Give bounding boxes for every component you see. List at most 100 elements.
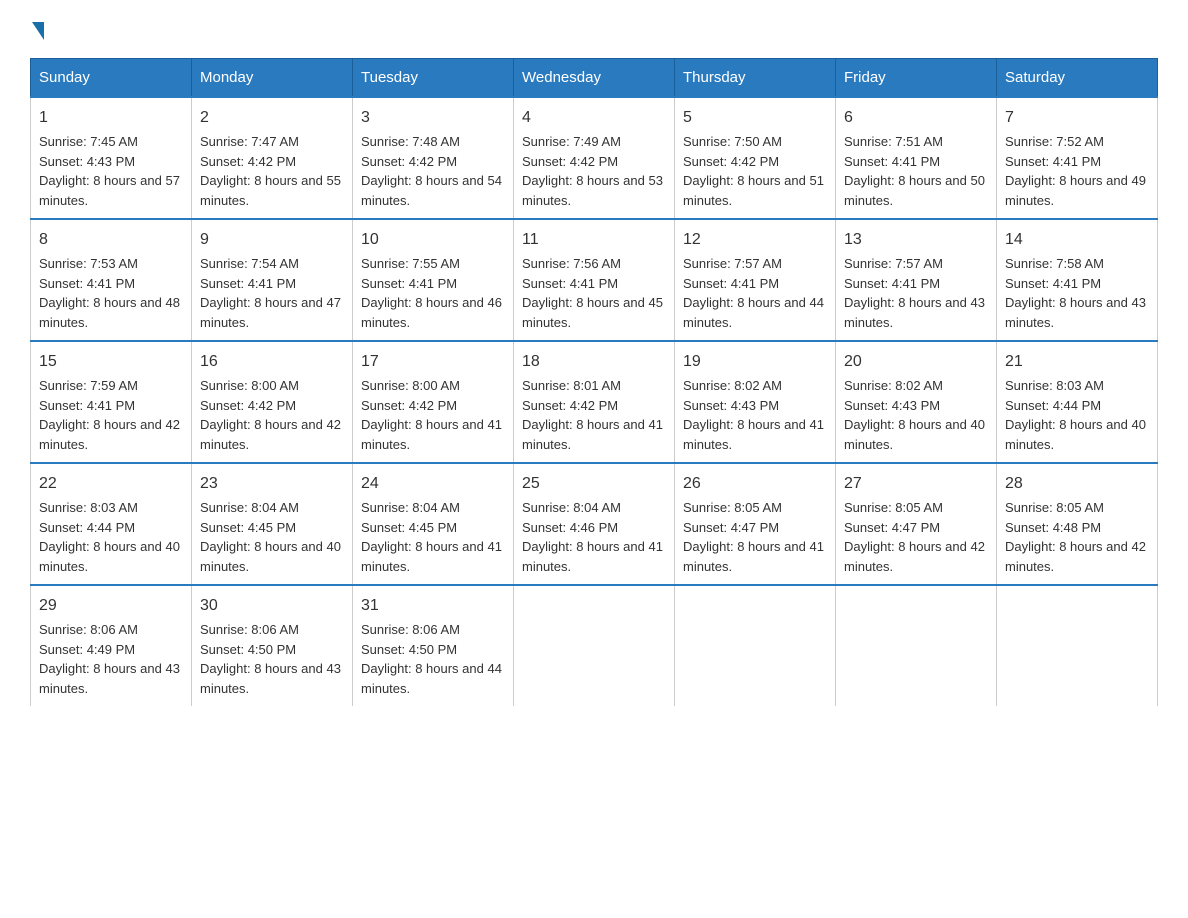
calendar-cell: 30Sunrise: 8:06 AMSunset: 4:50 PMDayligh… — [192, 585, 353, 706]
calendar-cell: 18Sunrise: 8:01 AMSunset: 4:42 PMDayligh… — [514, 341, 675, 463]
calendar-cell: 19Sunrise: 8:02 AMSunset: 4:43 PMDayligh… — [675, 341, 836, 463]
day-number: 18 — [522, 350, 666, 374]
sunrise-label: Sunrise: 7:50 AM — [683, 134, 782, 149]
daylight-label: Daylight: 8 hours and 57 minutes. — [39, 173, 180, 208]
day-number: 25 — [522, 472, 666, 496]
daylight-label: Daylight: 8 hours and 41 minutes. — [522, 539, 663, 574]
sunrise-label: Sunrise: 7:47 AM — [200, 134, 299, 149]
daylight-label: Daylight: 8 hours and 47 minutes. — [200, 295, 341, 330]
daylight-label: Daylight: 8 hours and 54 minutes. — [361, 173, 502, 208]
calendar-cell: 29Sunrise: 8:06 AMSunset: 4:49 PMDayligh… — [31, 585, 192, 706]
daylight-label: Daylight: 8 hours and 48 minutes. — [39, 295, 180, 330]
sunrise-label: Sunrise: 8:02 AM — [844, 378, 943, 393]
sunrise-label: Sunrise: 8:05 AM — [844, 500, 943, 515]
calendar-cell: 1Sunrise: 7:45 AMSunset: 4:43 PMDaylight… — [31, 97, 192, 219]
column-header-sunday: Sunday — [31, 59, 192, 98]
sunrise-label: Sunrise: 7:57 AM — [844, 256, 943, 271]
day-number: 14 — [1005, 228, 1149, 252]
sunset-label: Sunset: 4:42 PM — [683, 154, 779, 169]
day-number: 27 — [844, 472, 988, 496]
sunset-label: Sunset: 4:41 PM — [1005, 154, 1101, 169]
calendar-cell: 7Sunrise: 7:52 AMSunset: 4:41 PMDaylight… — [997, 97, 1158, 219]
sunrise-label: Sunrise: 8:06 AM — [200, 622, 299, 637]
daylight-label: Daylight: 8 hours and 43 minutes. — [39, 661, 180, 696]
day-number: 22 — [39, 472, 183, 496]
sunset-label: Sunset: 4:43 PM — [683, 398, 779, 413]
calendar-cell: 22Sunrise: 8:03 AMSunset: 4:44 PMDayligh… — [31, 463, 192, 585]
week-row-2: 8Sunrise: 7:53 AMSunset: 4:41 PMDaylight… — [31, 219, 1158, 341]
logo-triangle-icon — [32, 22, 44, 40]
sunrise-label: Sunrise: 8:03 AM — [1005, 378, 1104, 393]
calendar-cell: 9Sunrise: 7:54 AMSunset: 4:41 PMDaylight… — [192, 219, 353, 341]
daylight-label: Daylight: 8 hours and 40 minutes. — [1005, 417, 1146, 452]
sunrise-label: Sunrise: 7:57 AM — [683, 256, 782, 271]
sunset-label: Sunset: 4:42 PM — [361, 398, 457, 413]
sunset-label: Sunset: 4:42 PM — [361, 154, 457, 169]
sunset-label: Sunset: 4:42 PM — [522, 154, 618, 169]
sunrise-label: Sunrise: 7:56 AM — [522, 256, 621, 271]
sunset-label: Sunset: 4:44 PM — [1005, 398, 1101, 413]
calendar-cell: 13Sunrise: 7:57 AMSunset: 4:41 PMDayligh… — [836, 219, 997, 341]
day-number: 5 — [683, 106, 827, 130]
sunset-label: Sunset: 4:49 PM — [39, 642, 135, 657]
day-number: 30 — [200, 594, 344, 618]
day-number: 4 — [522, 106, 666, 130]
calendar-cell: 15Sunrise: 7:59 AMSunset: 4:41 PMDayligh… — [31, 341, 192, 463]
sunset-label: Sunset: 4:46 PM — [522, 520, 618, 535]
day-number: 24 — [361, 472, 505, 496]
sunrise-label: Sunrise: 8:05 AM — [1005, 500, 1104, 515]
sunset-label: Sunset: 4:41 PM — [844, 276, 940, 291]
sunset-label: Sunset: 4:41 PM — [39, 276, 135, 291]
column-header-wednesday: Wednesday — [514, 59, 675, 98]
sunset-label: Sunset: 4:47 PM — [683, 520, 779, 535]
sunset-label: Sunset: 4:41 PM — [361, 276, 457, 291]
sunset-label: Sunset: 4:42 PM — [200, 154, 296, 169]
day-number: 7 — [1005, 106, 1149, 130]
week-row-4: 22Sunrise: 8:03 AMSunset: 4:44 PMDayligh… — [31, 463, 1158, 585]
sunset-label: Sunset: 4:41 PM — [683, 276, 779, 291]
sunset-label: Sunset: 4:47 PM — [844, 520, 940, 535]
daylight-label: Daylight: 8 hours and 41 minutes. — [361, 417, 502, 452]
sunrise-label: Sunrise: 8:04 AM — [361, 500, 460, 515]
day-number: 6 — [844, 106, 988, 130]
week-row-5: 29Sunrise: 8:06 AMSunset: 4:49 PMDayligh… — [31, 585, 1158, 706]
sunrise-label: Sunrise: 8:05 AM — [683, 500, 782, 515]
calendar-cell: 3Sunrise: 7:48 AMSunset: 4:42 PMDaylight… — [353, 97, 514, 219]
daylight-label: Daylight: 8 hours and 53 minutes. — [522, 173, 663, 208]
week-row-1: 1Sunrise: 7:45 AMSunset: 4:43 PMDaylight… — [31, 97, 1158, 219]
calendar-cell: 31Sunrise: 8:06 AMSunset: 4:50 PMDayligh… — [353, 585, 514, 706]
calendar-table: SundayMondayTuesdayWednesdayThursdayFrid… — [30, 58, 1158, 706]
sunrise-label: Sunrise: 8:06 AM — [39, 622, 138, 637]
daylight-label: Daylight: 8 hours and 41 minutes. — [683, 539, 824, 574]
daylight-label: Daylight: 8 hours and 40 minutes. — [200, 539, 341, 574]
sunset-label: Sunset: 4:45 PM — [361, 520, 457, 535]
calendar-cell: 8Sunrise: 7:53 AMSunset: 4:41 PMDaylight… — [31, 219, 192, 341]
day-number: 13 — [844, 228, 988, 252]
daylight-label: Daylight: 8 hours and 50 minutes. — [844, 173, 985, 208]
sunset-label: Sunset: 4:44 PM — [39, 520, 135, 535]
sunrise-label: Sunrise: 8:04 AM — [200, 500, 299, 515]
calendar-cell — [514, 585, 675, 706]
calendar-cell: 14Sunrise: 7:58 AMSunset: 4:41 PMDayligh… — [997, 219, 1158, 341]
calendar-cell: 5Sunrise: 7:50 AMSunset: 4:42 PMDaylight… — [675, 97, 836, 219]
sunrise-label: Sunrise: 7:53 AM — [39, 256, 138, 271]
calendar-cell: 26Sunrise: 8:05 AMSunset: 4:47 PMDayligh… — [675, 463, 836, 585]
daylight-label: Daylight: 8 hours and 41 minutes. — [522, 417, 663, 452]
daylight-label: Daylight: 8 hours and 55 minutes. — [200, 173, 341, 208]
week-row-3: 15Sunrise: 7:59 AMSunset: 4:41 PMDayligh… — [31, 341, 1158, 463]
calendar-cell: 21Sunrise: 8:03 AMSunset: 4:44 PMDayligh… — [997, 341, 1158, 463]
calendar-cell: 27Sunrise: 8:05 AMSunset: 4:47 PMDayligh… — [836, 463, 997, 585]
sunset-label: Sunset: 4:48 PM — [1005, 520, 1101, 535]
sunrise-label: Sunrise: 7:55 AM — [361, 256, 460, 271]
logo — [30, 20, 44, 38]
day-number: 17 — [361, 350, 505, 374]
calendar-cell: 12Sunrise: 7:57 AMSunset: 4:41 PMDayligh… — [675, 219, 836, 341]
column-header-friday: Friday — [836, 59, 997, 98]
day-number: 12 — [683, 228, 827, 252]
daylight-label: Daylight: 8 hours and 45 minutes. — [522, 295, 663, 330]
sunset-label: Sunset: 4:43 PM — [844, 398, 940, 413]
column-header-tuesday: Tuesday — [353, 59, 514, 98]
calendar-cell: 20Sunrise: 8:02 AMSunset: 4:43 PMDayligh… — [836, 341, 997, 463]
sunrise-label: Sunrise: 8:04 AM — [522, 500, 621, 515]
daylight-label: Daylight: 8 hours and 41 minutes. — [361, 539, 502, 574]
